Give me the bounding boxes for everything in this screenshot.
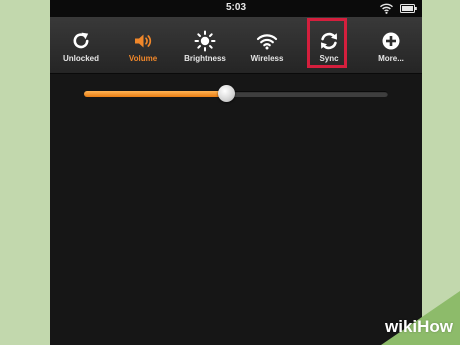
speaker-icon: [135, 34, 152, 48]
quick-setting-unlocked[interactable]: Unlocked: [50, 17, 112, 73]
volume-slider[interactable]: [84, 85, 388, 102]
wifi-icon: [256, 34, 278, 50]
status-clock: 5:03: [225, 2, 246, 13]
quick-setting-label: Brightness: [184, 54, 226, 63]
battery-icon: [400, 4, 417, 13]
quick-setting-more[interactable]: More...: [360, 17, 422, 73]
wikihow-watermark-text: wikiHow: [385, 317, 454, 336]
wifi-icon: [380, 3, 393, 14]
quick-setting-wireless[interactable]: Wireless: [236, 17, 298, 73]
sync-highlight-box: [307, 18, 347, 68]
quick-setting-label: Wireless: [250, 54, 284, 63]
quick-settings-bar: Unlocked Volume Brightness Wireless Sync…: [50, 17, 422, 74]
sun-icon: [194, 30, 216, 52]
wikihow-watermark: wikiHow: [361, 291, 460, 345]
quick-setting-label: More...: [378, 54, 404, 63]
volume-slider-thumb[interactable]: [218, 85, 235, 102]
volume-slider-fill: [84, 91, 227, 97]
quick-setting-label: Volume: [128, 54, 158, 63]
status-bar: 5:03: [50, 0, 422, 17]
plus-circle-icon: [382, 32, 400, 50]
rotate-unlocked-icon: [73, 32, 89, 49]
quick-setting-brightness[interactable]: Brightness: [174, 17, 236, 73]
quick-setting-label: Unlocked: [62, 54, 99, 63]
quick-setting-volume[interactable]: Volume: [112, 17, 174, 73]
